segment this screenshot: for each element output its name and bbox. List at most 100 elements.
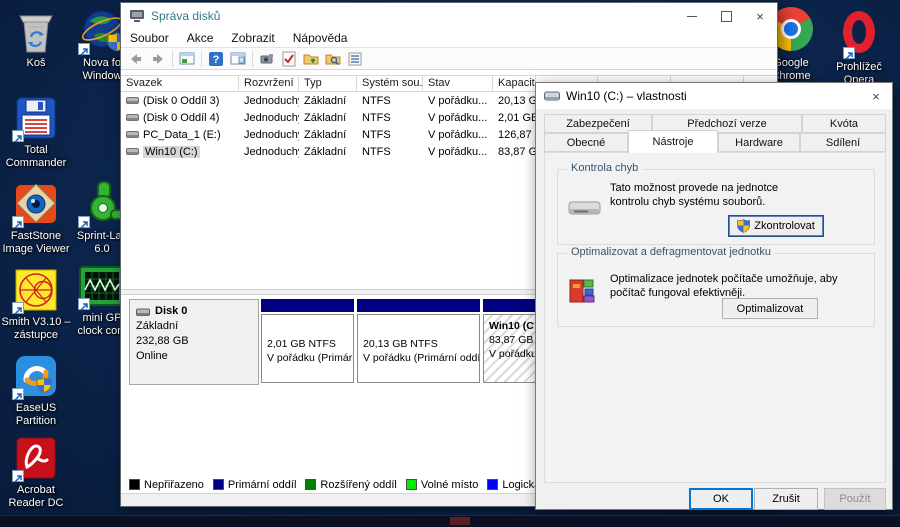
- legend-item: Rozšířený oddíl: [305, 479, 396, 491]
- checklist-icon[interactable]: [278, 49, 300, 68]
- toolbar: ?: [121, 47, 777, 70]
- tools-tab-page: Kontrola chyb Tato možnost provede na je…: [544, 152, 886, 483]
- legend-item: Primární oddíl: [213, 479, 296, 491]
- optimize-text: Optimalizace jednotek počítače umožňuje,…: [610, 272, 862, 300]
- smith-chart-icon: [12, 266, 60, 314]
- dialog-title: Win10 (C:) – vlastnosti: [566, 89, 687, 103]
- shortcut-arrow-icon: [12, 130, 24, 142]
- forward-icon[interactable]: [147, 49, 169, 68]
- desktop-icon-label: FastStone Image Viewer: [0, 230, 72, 256]
- drive-icon: [544, 91, 560, 102]
- disk-management-app-icon: [129, 9, 145, 23]
- disk-management-titlebar[interactable]: Správa disků ×: [121, 3, 777, 29]
- taskbar[interactable]: [0, 515, 900, 527]
- group-label: Optimalizovat a defragmentovat jednotku: [567, 246, 775, 258]
- menu-file[interactable]: Soubor: [121, 31, 178, 45]
- maximize-button[interactable]: [709, 3, 743, 29]
- minimize-button[interactable]: [675, 3, 709, 29]
- desktop-icon-label: Acrobat Reader DC: [0, 484, 72, 510]
- uac-shield-icon: [737, 219, 750, 233]
- apply-button[interactable]: Použít: [824, 488, 886, 510]
- sprint-lay-icon: [78, 180, 126, 228]
- console-tree-icon[interactable]: [176, 49, 198, 68]
- dialog-close-button[interactable]: ×: [860, 83, 892, 109]
- desktop-icon-smith[interactable]: Smith V3.10 – zástupce: [0, 266, 72, 342]
- search-folder-icon[interactable]: [322, 49, 344, 68]
- recycle-bin-icon: [12, 7, 60, 55]
- volume-icon: [126, 147, 139, 156]
- primary-partition-color-bar: [357, 299, 480, 312]
- cancel-button[interactable]: Zrušit: [754, 488, 818, 510]
- back-icon[interactable]: [125, 49, 147, 68]
- shortcut-arrow-icon: [12, 388, 24, 400]
- optimize-group: Optimalizovat a defragmentovat jednotku …: [557, 253, 875, 327]
- tab-hardware[interactable]: Hardware: [718, 133, 800, 152]
- easeus-partition-icon: [12, 352, 60, 400]
- shortcut-arrow-icon: [12, 216, 24, 228]
- partition-block[interactable]: 20,13 GB NTFS V pořádku (Primární oddíl): [357, 299, 480, 385]
- hard-drive-icon: [568, 198, 602, 225]
- acrobat-reader-icon: [12, 434, 60, 482]
- desktop-icon-total-commander[interactable]: Total Commander: [0, 94, 72, 170]
- shortcut-arrow-icon: [78, 43, 90, 55]
- column-capacity[interactable]: Kapacita: [493, 76, 536, 91]
- tab-quota[interactable]: Kvóta: [802, 114, 886, 133]
- opera-icon: [835, 11, 883, 59]
- disk0-status: Online: [136, 349, 252, 364]
- svg-text:?: ?: [213, 54, 220, 66]
- disk0-size: 232,88 GB: [136, 334, 252, 349]
- menu-view[interactable]: Zobrazit: [222, 31, 283, 45]
- nova-globe-icon: [78, 7, 126, 55]
- desktop-icon-opera[interactable]: Prohlížeč Opera: [826, 7, 892, 87]
- optimize-button[interactable]: Optimalizovat: [722, 298, 818, 319]
- defragment-icon: [568, 276, 598, 311]
- dialog-titlebar[interactable]: Win10 (C:) – vlastnosti ×: [536, 83, 892, 109]
- legend-item: Volné místo: [406, 479, 478, 491]
- action-pane-icon[interactable]: [227, 49, 249, 68]
- properties-icon[interactable]: [344, 49, 366, 68]
- column-status[interactable]: Stav: [423, 76, 493, 91]
- desktop-icon-acrobat[interactable]: Acrobat Reader DC: [0, 434, 72, 510]
- tab-tools[interactable]: Nástroje: [628, 130, 718, 153]
- oscilloscope-icon: [78, 266, 126, 310]
- mount-folder-icon[interactable]: [300, 49, 322, 68]
- menu-action[interactable]: Akce: [178, 31, 223, 45]
- window-title: Správa disků: [151, 9, 220, 23]
- disk0-name: Disk 0: [155, 304, 187, 319]
- shortcut-arrow-icon: [12, 470, 24, 482]
- partition-block[interactable]: 2,01 GB NTFS V pořádku (Primární oddíl): [261, 299, 354, 385]
- volume-icon: [126, 113, 139, 122]
- shortcut-arrow-icon: [78, 298, 90, 310]
- faststone-eye-icon: [12, 180, 60, 228]
- desktop-icon-label: Koš: [0, 57, 72, 70]
- properties-dialog: Win10 (C:) – vlastnosti × Zabezpečení Př…: [535, 82, 893, 510]
- column-layout[interactable]: Rozvržení: [239, 76, 299, 91]
- error-checking-text: Tato možnost provede na jednotce kontrol…: [610, 181, 810, 209]
- column-volume[interactable]: Svazek: [121, 76, 239, 91]
- error-checking-group: Kontrola chyb Tato možnost provede na je…: [557, 169, 875, 245]
- disk-icon: [136, 307, 150, 317]
- ok-button[interactable]: OK: [689, 488, 753, 510]
- menu-bar: Soubor Akce Zobrazit Nápověda: [121, 29, 777, 47]
- desktop-icon-label: EaseUS Partition: [0, 402, 72, 428]
- floppy-disk-icon: [12, 94, 60, 142]
- column-filesystem[interactable]: Systém sou...: [357, 76, 423, 91]
- shortcut-arrow-icon: [78, 216, 90, 228]
- shortcut-arrow-icon: [12, 302, 24, 314]
- tab-general[interactable]: Obecné: [544, 133, 628, 152]
- desktop-icon-label: Total Commander: [0, 144, 72, 170]
- close-button[interactable]: ×: [743, 3, 777, 29]
- disk0-panel[interactable]: Disk 0 Základní 232,88 GB Online: [129, 299, 259, 385]
- legend-item: Nepřiřazeno: [129, 479, 204, 491]
- desktop-icon-faststone[interactable]: FastStone Image Viewer: [0, 180, 72, 256]
- menu-help[interactable]: Nápověda: [284, 31, 357, 45]
- tab-sharing[interactable]: Sdílení: [800, 133, 886, 152]
- volume-icon: [126, 130, 139, 139]
- taskbar-app-icon[interactable]: [450, 517, 470, 525]
- column-type[interactable]: Typ: [299, 76, 357, 91]
- check-button[interactable]: Zkontrolovat: [728, 215, 824, 237]
- help-icon[interactable]: ?: [205, 49, 227, 68]
- device-view-icon[interactable]: [256, 49, 278, 68]
- desktop-icon-recycle-bin[interactable]: Koš: [0, 7, 72, 70]
- desktop-icon-easeus[interactable]: EaseUS Partition: [0, 352, 72, 428]
